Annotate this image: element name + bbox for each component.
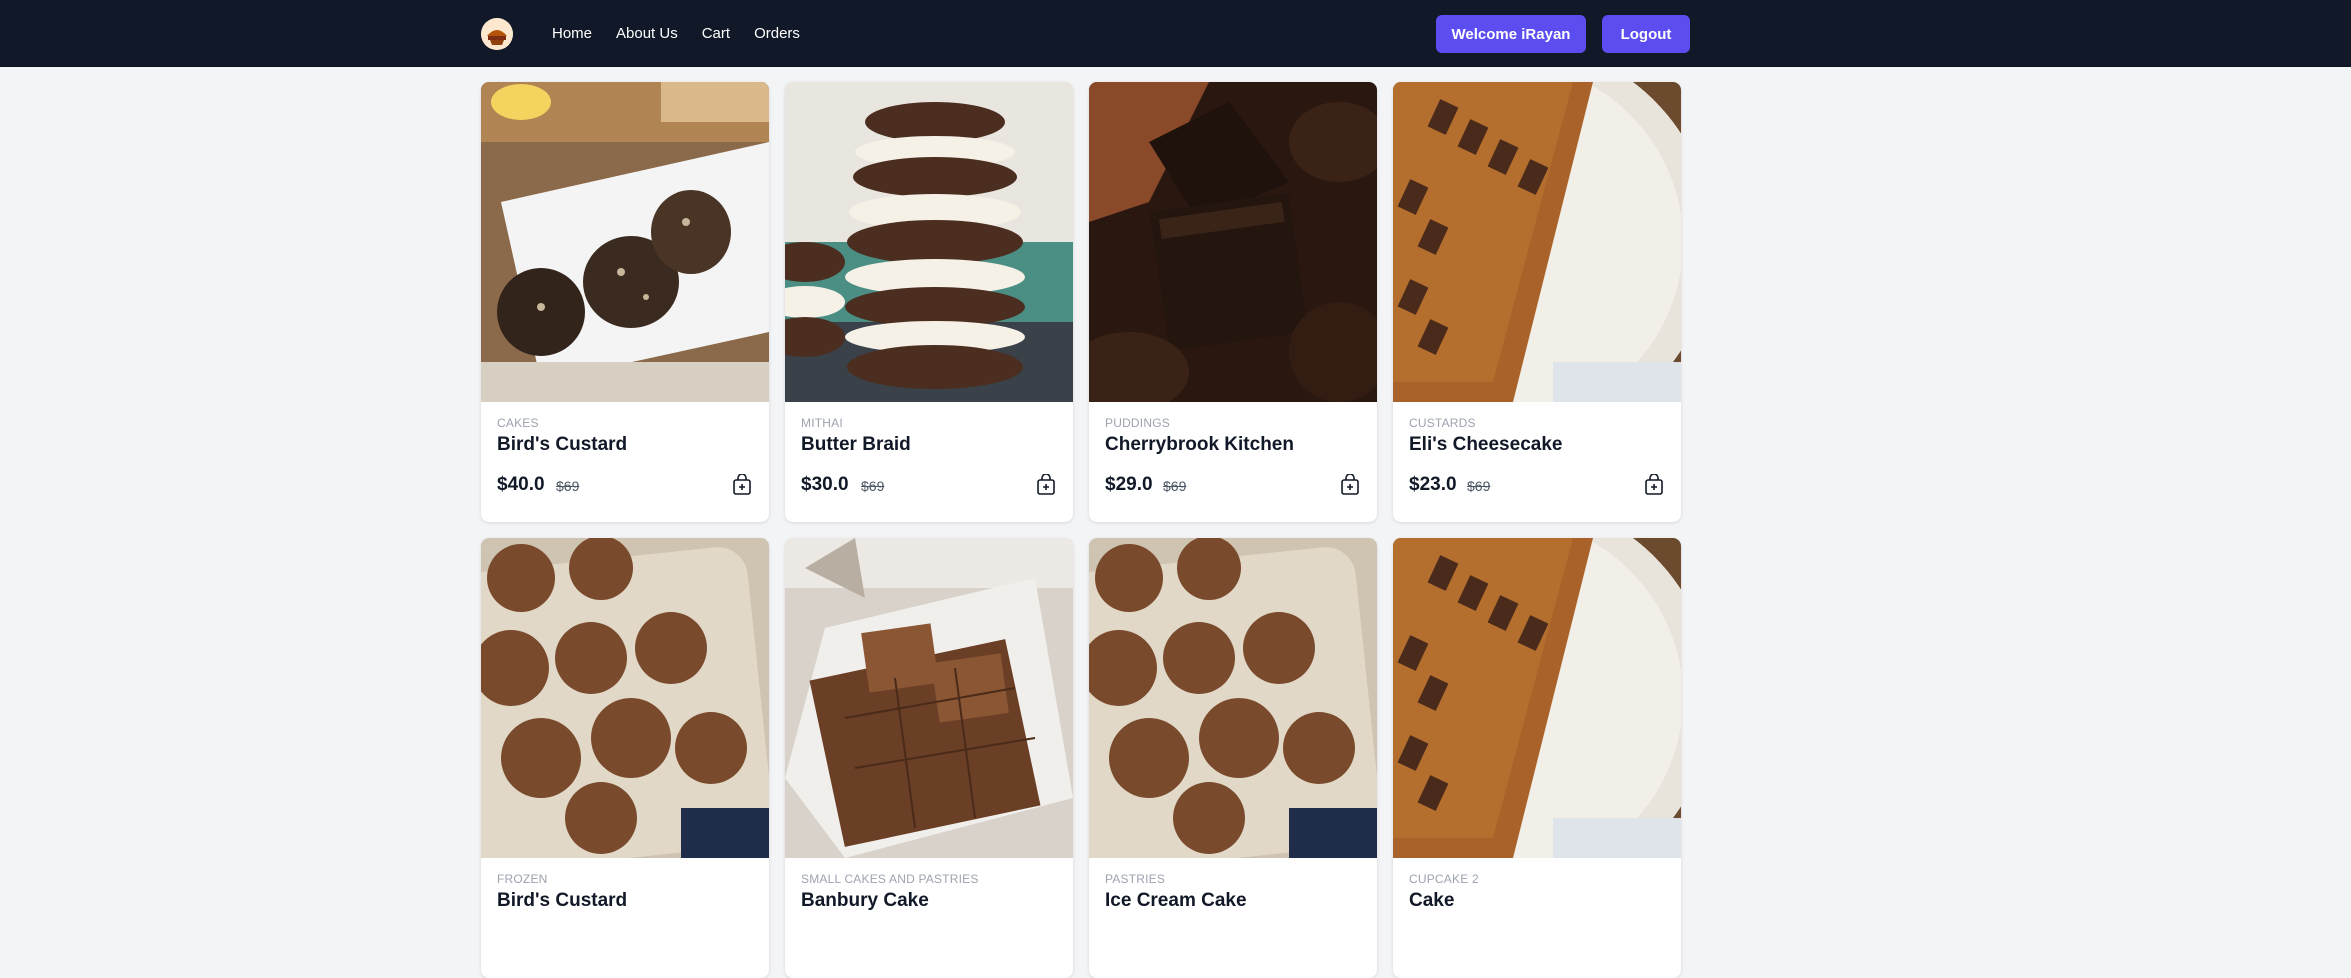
product-image[interactable] — [481, 538, 769, 858]
product-price: $30.0 — [801, 474, 849, 495]
product-category: CUSTARDS — [1409, 416, 1476, 430]
product-category: FROZEN — [497, 872, 548, 886]
product-old-price: $69 — [556, 478, 580, 494]
product-image[interactable] — [1393, 538, 1681, 858]
product-name: Ice Cream Cake — [1105, 890, 1247, 911]
product-old-price: $69 — [1163, 478, 1187, 494]
product-name: Eli's Cheesecake — [1409, 434, 1563, 455]
product-price: $29.0 — [1105, 474, 1153, 495]
product-image[interactable] — [1089, 538, 1377, 858]
product-image[interactable] — [1089, 82, 1377, 402]
product-card[interactable]: CUPCAKE 2 Cake — [1393, 538, 1681, 978]
logout-button[interactable]: Logout — [1602, 15, 1690, 53]
nav-about-link[interactable]: About Us — [616, 25, 678, 42]
welcome-user-button[interactable]: Welcome iRayan — [1436, 15, 1586, 53]
product-category: PASTRIES — [1105, 872, 1166, 886]
product-category: CAKES — [497, 416, 539, 430]
add-to-cart-icon[interactable] — [1339, 473, 1361, 496]
product-category: CUPCAKE 2 — [1409, 872, 1479, 886]
product-name: Bird's Custard — [497, 434, 628, 455]
product-price: $40.0 — [497, 474, 545, 495]
product-card[interactable]: PUDDINGS Cherrybrook Kitchen $29.0 $69 — [1089, 82, 1377, 522]
product-card[interactable]: FROZEN Bird's Custard — [481, 538, 769, 978]
product-card[interactable]: CUSTARDS Eli's Cheesecake $23.0 $69 — [1393, 82, 1681, 522]
product-name: Cherrybrook Kitchen — [1105, 434, 1294, 455]
product-card[interactable]: SMALL CAKES AND PASTRIES Banbury Cake — [785, 538, 1073, 978]
product-card[interactable]: PASTRIES Ice Cream Cake — [1089, 538, 1377, 978]
product-category: SMALL CAKES AND PASTRIES — [801, 872, 979, 886]
product-card[interactable]: CAKES Bird's Custard $40.0 $69 — [481, 82, 769, 522]
bakery-logo-icon[interactable] — [481, 18, 513, 50]
product-name: Cake — [1409, 890, 1455, 911]
product-category: MITHAI — [801, 416, 843, 430]
product-name: Butter Braid — [801, 434, 911, 455]
product-name: Banbury Cake — [801, 890, 929, 911]
product-image[interactable] — [785, 538, 1073, 858]
product-name: Bird's Custard — [497, 890, 628, 911]
product-card[interactable]: MITHAI Butter Braid $30.0 $69 — [785, 82, 1073, 522]
product-image[interactable] — [785, 82, 1073, 402]
nav-orders-link[interactable]: Orders — [754, 25, 800, 42]
nav-home-link[interactable]: Home — [552, 25, 592, 42]
add-to-cart-icon[interactable] — [1035, 473, 1057, 496]
product-image[interactable] — [481, 82, 769, 402]
add-to-cart-icon[interactable] — [731, 473, 753, 496]
nav-links: Home About Us Cart Orders — [552, 0, 824, 66]
product-old-price: $69 — [861, 478, 885, 494]
add-to-cart-icon[interactable] — [1643, 473, 1665, 496]
top-navbar: Home About Us Cart Orders Welcome iRayan… — [0, 0, 2351, 66]
product-category: PUDDINGS — [1105, 416, 1170, 430]
product-old-price: $69 — [1467, 478, 1491, 494]
product-image[interactable] — [1393, 82, 1681, 402]
product-price: $23.0 — [1409, 474, 1457, 495]
nav-cart-link[interactable]: Cart — [702, 25, 730, 42]
